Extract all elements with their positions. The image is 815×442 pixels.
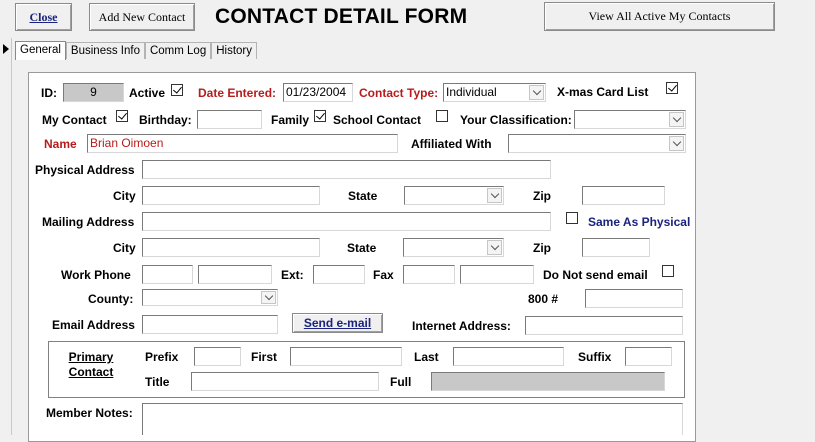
physical-zip-label: Zip	[533, 189, 551, 203]
chevron-down-icon[interactable]	[487, 188, 502, 203]
chevron-down-icon[interactable]	[529, 85, 544, 100]
affiliated-with-label: Affiliated With	[411, 137, 492, 151]
fax-number-field[interactable]	[460, 265, 534, 284]
physical-city-label: City	[113, 189, 136, 203]
800-number-label: 800 #	[528, 292, 559, 306]
my-contact-label: My Contact	[42, 113, 107, 127]
family-label: Family	[271, 113, 310, 127]
physical-address-field[interactable]	[142, 160, 551, 179]
birthday-label: Birthday:	[139, 113, 192, 127]
xmas-card-list-label: X-mas Card List	[557, 85, 649, 99]
chevron-down-icon[interactable]	[669, 112, 684, 127]
contact-type-label: Contact Type:	[359, 86, 439, 100]
mailing-state-select[interactable]	[403, 238, 504, 257]
mailing-state-label: State	[347, 241, 377, 255]
name-field[interactable]: Brian Oimoen	[87, 134, 398, 153]
physical-address-label: Physical Address	[35, 163, 135, 177]
mailing-zip-label: Zip	[533, 241, 551, 255]
full-label: Full	[390, 375, 412, 389]
your-classification-select[interactable]	[574, 110, 686, 129]
contact-type-value: Individual	[446, 85, 497, 99]
fax-label: Fax	[373, 268, 394, 282]
first-name-field[interactable]	[290, 347, 402, 366]
date-entered-field[interactable]: 01/23/2004	[283, 83, 353, 102]
my-contact-checkbox[interactable]	[116, 110, 128, 122]
prefix-field[interactable]	[194, 347, 241, 366]
suffix-label: Suffix	[578, 350, 612, 364]
800-number-field[interactable]	[585, 289, 683, 308]
first-label: First	[251, 350, 278, 364]
name-label: Name	[44, 137, 77, 151]
close-button[interactable]: Close	[15, 3, 72, 31]
add-new-contact-button[interactable]: Add New Contact	[89, 3, 195, 31]
work-phone-label: Work Phone	[61, 268, 131, 282]
full-name-field	[431, 372, 665, 391]
last-name-field[interactable]	[453, 347, 564, 366]
suffix-field[interactable]	[625, 347, 672, 366]
do-not-send-email-checkbox[interactable]	[662, 265, 674, 277]
date-entered-label: Date Entered:	[198, 86, 277, 100]
mailing-city-label: City	[113, 241, 136, 255]
title-field[interactable]	[191, 372, 379, 391]
affiliated-with-select[interactable]	[508, 134, 686, 153]
email-address-label: Email Address	[52, 318, 135, 332]
physical-zip-field[interactable]	[582, 186, 665, 205]
physical-state-select[interactable]	[404, 186, 504, 205]
tab-business-info[interactable]: Business Info	[65, 42, 145, 59]
email-address-field[interactable]	[142, 315, 278, 334]
view-all-active-contacts-button[interactable]: View All Active My Contacts	[544, 2, 775, 31]
mailing-address-label: Mailing Address	[42, 215, 135, 229]
your-classification-label: Your Classification:	[460, 113, 572, 127]
member-notes-label: Member Notes:	[46, 406, 133, 420]
id-label: ID:	[41, 86, 57, 100]
mailing-city-field[interactable]	[142, 238, 320, 257]
birthday-field[interactable]	[197, 110, 262, 129]
title-label: Title	[145, 375, 170, 389]
active-checkbox[interactable]	[171, 84, 183, 96]
chevron-down-icon[interactable]	[487, 240, 502, 255]
primary-contact-label: Primary Contact	[68, 350, 114, 379]
family-checkbox[interactable]	[314, 110, 326, 122]
fax-area-field[interactable]	[403, 265, 455, 284]
county-label: County:	[88, 292, 134, 306]
prefix-label: Prefix	[145, 350, 179, 364]
last-label: Last	[414, 350, 439, 364]
contact-type-select[interactable]: Individual	[443, 83, 546, 102]
tab-history[interactable]: History	[211, 42, 257, 59]
do-not-send-email-label: Do Not send email	[543, 268, 648, 282]
internet-address-label: Internet Address:	[412, 319, 511, 333]
school-contact-checkbox[interactable]	[436, 110, 448, 122]
ext-label: Ext:	[281, 268, 304, 282]
mailing-zip-field[interactable]	[582, 238, 650, 257]
current-record-arrow-icon	[3, 44, 9, 54]
school-contact-label: School Contact	[333, 113, 422, 127]
tab-comm-log[interactable]: Comm Log	[144, 42, 212, 59]
chevron-down-icon[interactable]	[669, 136, 684, 151]
xmas-card-list-checkbox[interactable]	[666, 82, 678, 94]
send-email-button[interactable]: Send e-mail	[292, 313, 383, 333]
same-as-physical-checkbox[interactable]	[566, 212, 578, 224]
physical-state-label: State	[348, 189, 378, 203]
member-notes-field[interactable]	[142, 403, 683, 435]
form-title: CONTACT DETAIL FORM	[215, 5, 468, 28]
work-phone-number-field[interactable]	[198, 265, 272, 284]
record-selector-bar	[0, 38, 12, 435]
chevron-down-icon[interactable]	[261, 291, 276, 304]
tab-general[interactable]: General	[15, 41, 66, 60]
physical-city-field[interactable]	[142, 186, 320, 205]
work-phone-area-field[interactable]	[142, 265, 193, 284]
county-select[interactable]	[142, 289, 278, 306]
same-as-physical-label: Same As Physical	[588, 215, 691, 229]
id-field: 9	[63, 83, 124, 102]
mailing-address-field[interactable]	[142, 212, 551, 231]
ext-field[interactable]	[313, 265, 365, 284]
active-label: Active	[129, 86, 166, 100]
internet-address-field[interactable]	[525, 316, 683, 335]
tab-strip: General Business Info Comm Log History	[15, 41, 257, 60]
